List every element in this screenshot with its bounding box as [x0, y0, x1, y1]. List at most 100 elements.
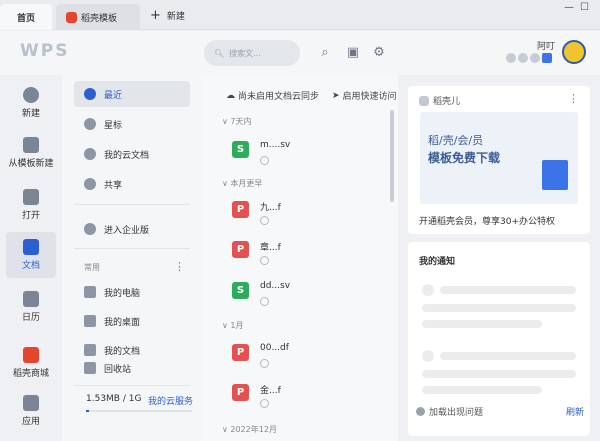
file-item[interactable]: S dd...sv	[232, 278, 382, 312]
group-title: 7天内	[230, 117, 252, 126]
group-header[interactable]: ∨ 本月更早	[222, 178, 262, 189]
tab-template[interactable]: 稻壳模板	[56, 4, 140, 30]
minimize-button[interactable]: —	[564, 2, 574, 13]
file-item[interactable]: P 章...f	[232, 237, 382, 271]
quick-access-link[interactable]: ➤ 启用快速访问	[332, 89, 397, 103]
sidebar-item-recent[interactable]: 最近	[74, 81, 190, 107]
new-tab-label: 新建	[166, 12, 185, 22]
sidebar-item-label: 进入企业版	[104, 225, 150, 236]
file-name: 章...f	[260, 243, 281, 253]
nav-label: 文档	[21, 261, 40, 271]
group-header[interactable]: ∨ 2022年12月	[222, 424, 277, 435]
nav-label: 应用	[21, 417, 40, 427]
info-icon	[416, 407, 425, 416]
username[interactable]: 阿叮	[532, 39, 560, 52]
nav-documents[interactable]: 文档	[6, 232, 56, 278]
sidebar-item-cloud[interactable]: 我的云文档	[74, 141, 190, 167]
chevron-down-icon: ∨	[222, 425, 228, 434]
file-name: 00...df	[260, 343, 289, 353]
new-tab-button[interactable]: + 新建	[150, 8, 185, 23]
cloud-status-icon	[260, 216, 269, 225]
headset-icon[interactable]: ⌕	[316, 43, 334, 61]
chevron-down-icon: ∨	[222, 179, 228, 188]
tab-template-label: 稻壳模板	[81, 13, 118, 24]
help-label: 加载出现问题	[429, 408, 484, 418]
maximize-button[interactable]: ☐	[580, 2, 589, 13]
search-input[interactable]: 🔍︎ 搜索文...	[204, 40, 300, 66]
apps-icon	[23, 395, 39, 411]
nav-calendar[interactable]: 日历	[6, 284, 56, 330]
sidebar-item-enterprise[interactable]: 进入企业版	[74, 216, 190, 242]
cloud-status-icon	[260, 399, 269, 408]
nav-from-template[interactable]: 从模板新建	[6, 130, 56, 176]
refresh-button[interactable]: 刷新	[566, 405, 584, 418]
nav-label: 新建	[21, 109, 40, 119]
plus-icon: +	[150, 8, 161, 23]
more-icon[interactable]: ⋮	[174, 260, 185, 273]
group-header[interactable]: ∨ 1月	[222, 320, 244, 331]
file-item[interactable]: S m....sv	[232, 137, 382, 171]
spreadsheet-icon: S	[232, 282, 249, 299]
star-icon	[84, 118, 96, 130]
sidebar-item-desktop[interactable]: 我的桌面	[74, 308, 190, 334]
file-item[interactable]: P 金...f	[232, 380, 382, 414]
nav-label: 稻壳商城	[12, 369, 49, 379]
group-title: 本月更早	[230, 179, 263, 188]
computer-icon	[84, 286, 96, 298]
sidebar-item-trash[interactable]: 回收站	[74, 355, 190, 381]
group-title: 1月	[230, 321, 244, 330]
sidebar-item-shared[interactable]: 共享	[74, 171, 190, 197]
sidebar-item-label: 回收站	[104, 364, 132, 375]
promo-line1: 稻/壳/会/员	[428, 134, 484, 147]
cloud-service-link[interactable]: 我的云服务	[148, 394, 193, 407]
sidebar-item-my-computer[interactable]: 我的电脑	[74, 279, 190, 305]
cloud-icon: ☁	[226, 90, 235, 101]
cloud-sync-link[interactable]: ☁ 尚未启用文档云同步	[226, 89, 320, 103]
send-icon: ➤	[332, 90, 340, 101]
chevron-down-icon: ∨	[222, 321, 228, 330]
enterprise-icon	[84, 223, 96, 235]
cloud-status-icon	[260, 156, 269, 165]
more-icon[interactable]: ⋮	[568, 92, 579, 105]
gear-icon[interactable]: ⚙	[370, 43, 388, 61]
member-badges	[506, 53, 552, 63]
placeholder	[422, 320, 542, 328]
nav-apps[interactable]: 应用	[6, 388, 56, 434]
document-icon	[23, 239, 39, 255]
file-item[interactable]: P 九...f	[232, 197, 382, 231]
tab-home-label: 首页	[16, 13, 35, 24]
nav-store[interactable]: 稻壳商城	[6, 340, 56, 386]
promo-title-label: 稻壳儿	[433, 97, 461, 107]
placeholder	[422, 284, 434, 296]
badge-icon	[530, 53, 540, 63]
sidebar-item-star[interactable]: 星标	[74, 111, 190, 137]
file-name: 九...f	[260, 203, 281, 213]
tab-home[interactable]: 首页	[0, 4, 52, 30]
common-label: 常用	[84, 263, 100, 272]
storage-bar	[86, 410, 192, 412]
pdf-icon: P	[232, 384, 249, 401]
nav-new[interactable]: 新建	[6, 80, 56, 126]
clock-icon	[84, 88, 96, 100]
cloud-status-icon	[260, 256, 269, 265]
badge-icon	[506, 53, 516, 63]
trash-icon	[84, 362, 96, 374]
wps-logo: WPS	[20, 41, 70, 61]
avatar[interactable]	[562, 40, 586, 64]
folder-icon	[23, 189, 39, 205]
file-item[interactable]: P 00...df	[232, 340, 382, 374]
badge-icon	[542, 53, 552, 63]
storage-usage: 1.53MB / 1G	[86, 394, 142, 404]
sidebar-item-label: 我的云文档	[104, 150, 150, 161]
sidebar-item-label: 共享	[104, 180, 123, 191]
shirt-icon[interactable]: ▣	[344, 43, 362, 61]
promo-line2: 模板免费下载	[428, 151, 501, 165]
scrollbar[interactable]	[390, 110, 394, 202]
divider	[74, 385, 190, 386]
file-name: dd...sv	[260, 281, 291, 291]
nav-open[interactable]: 打开	[6, 182, 56, 228]
group-header[interactable]: ∨ 7天内	[222, 116, 252, 127]
cloud-status-icon	[260, 297, 269, 306]
sync-label: 尚未启用文档云同步	[238, 92, 320, 102]
search-icon: 🔍︎	[214, 48, 225, 58]
